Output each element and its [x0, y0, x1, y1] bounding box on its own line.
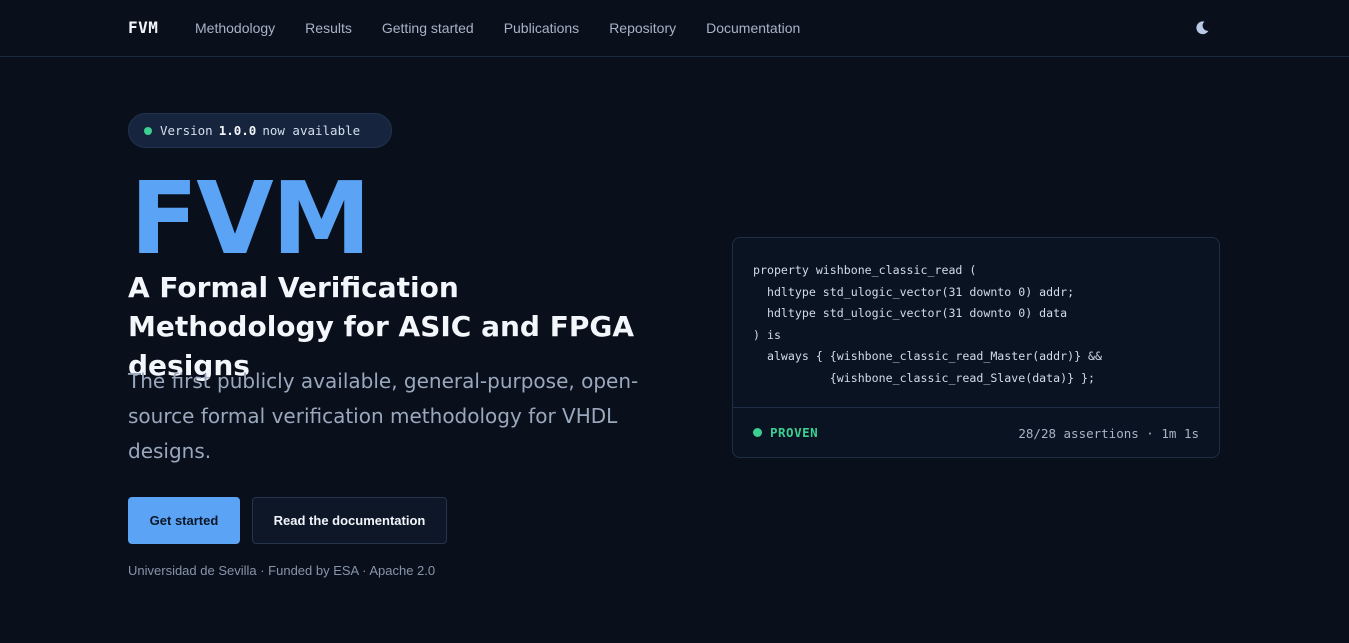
version-badge: Version 1.0.0 now available	[128, 113, 392, 148]
nav-link-results[interactable]: Results	[305, 20, 352, 36]
code-block: property wishbone_classic_read ( hdltype…	[753, 260, 1102, 390]
top-navigation: FVM Methodology Results Getting started …	[0, 0, 1349, 57]
nav-links: Methodology Results Getting started Publ…	[195, 20, 830, 36]
badge-version: 1.0.0	[218, 123, 257, 138]
code-line: property wishbone_classic_read (	[753, 263, 977, 277]
nav-link-documentation[interactable]: Documentation	[706, 20, 800, 36]
proof-status: PROVEN	[753, 425, 818, 440]
nav-link-methodology[interactable]: Methodology	[195, 20, 275, 36]
code-line: hdltype std_ulogic_vector(31 downto 0) a…	[753, 284, 1075, 299]
status-dot	[144, 126, 152, 135]
hero-lead: The first publicly available, general-pu…	[128, 369, 639, 463]
badge-suffix: now available	[262, 123, 361, 138]
credits-footnote: Universidad de Sevilla · Funded by ESA ·…	[128, 563, 436, 578]
code-card: property wishbone_classic_read ( hdltype…	[732, 237, 1220, 458]
nav-link-publications[interactable]: Publications	[504, 20, 580, 36]
code-line: hdltype std_ulogic_vector(31 downto 0) d…	[753, 306, 1068, 321]
assertions-summary: 28/28 assertions · 1m 1s	[1018, 426, 1199, 441]
nav-link-repository[interactable]: Repository	[609, 20, 676, 36]
get-started-button[interactable]: Get started	[128, 497, 240, 544]
status-label: PROVEN	[770, 425, 819, 440]
theme-toggle-button[interactable]	[1194, 20, 1212, 38]
nav-link-getting-started[interactable]: Getting started	[382, 20, 474, 36]
badge-prefix: Version	[160, 123, 213, 138]
hero-title: FVM	[130, 160, 371, 277]
site-logo[interactable]: FVM	[128, 18, 158, 37]
status-dot	[753, 428, 762, 437]
code-line: ) is	[753, 327, 781, 342]
moon-icon	[1196, 21, 1209, 35]
card-divider	[733, 407, 1219, 408]
read-documentation-button[interactable]: Read the documentation	[252, 497, 447, 544]
code-line: always { {wishbone_classic_read_Master(a…	[753, 349, 1103, 364]
code-line: {wishbone_classic_read_Slave(data)} };	[753, 370, 1096, 385]
